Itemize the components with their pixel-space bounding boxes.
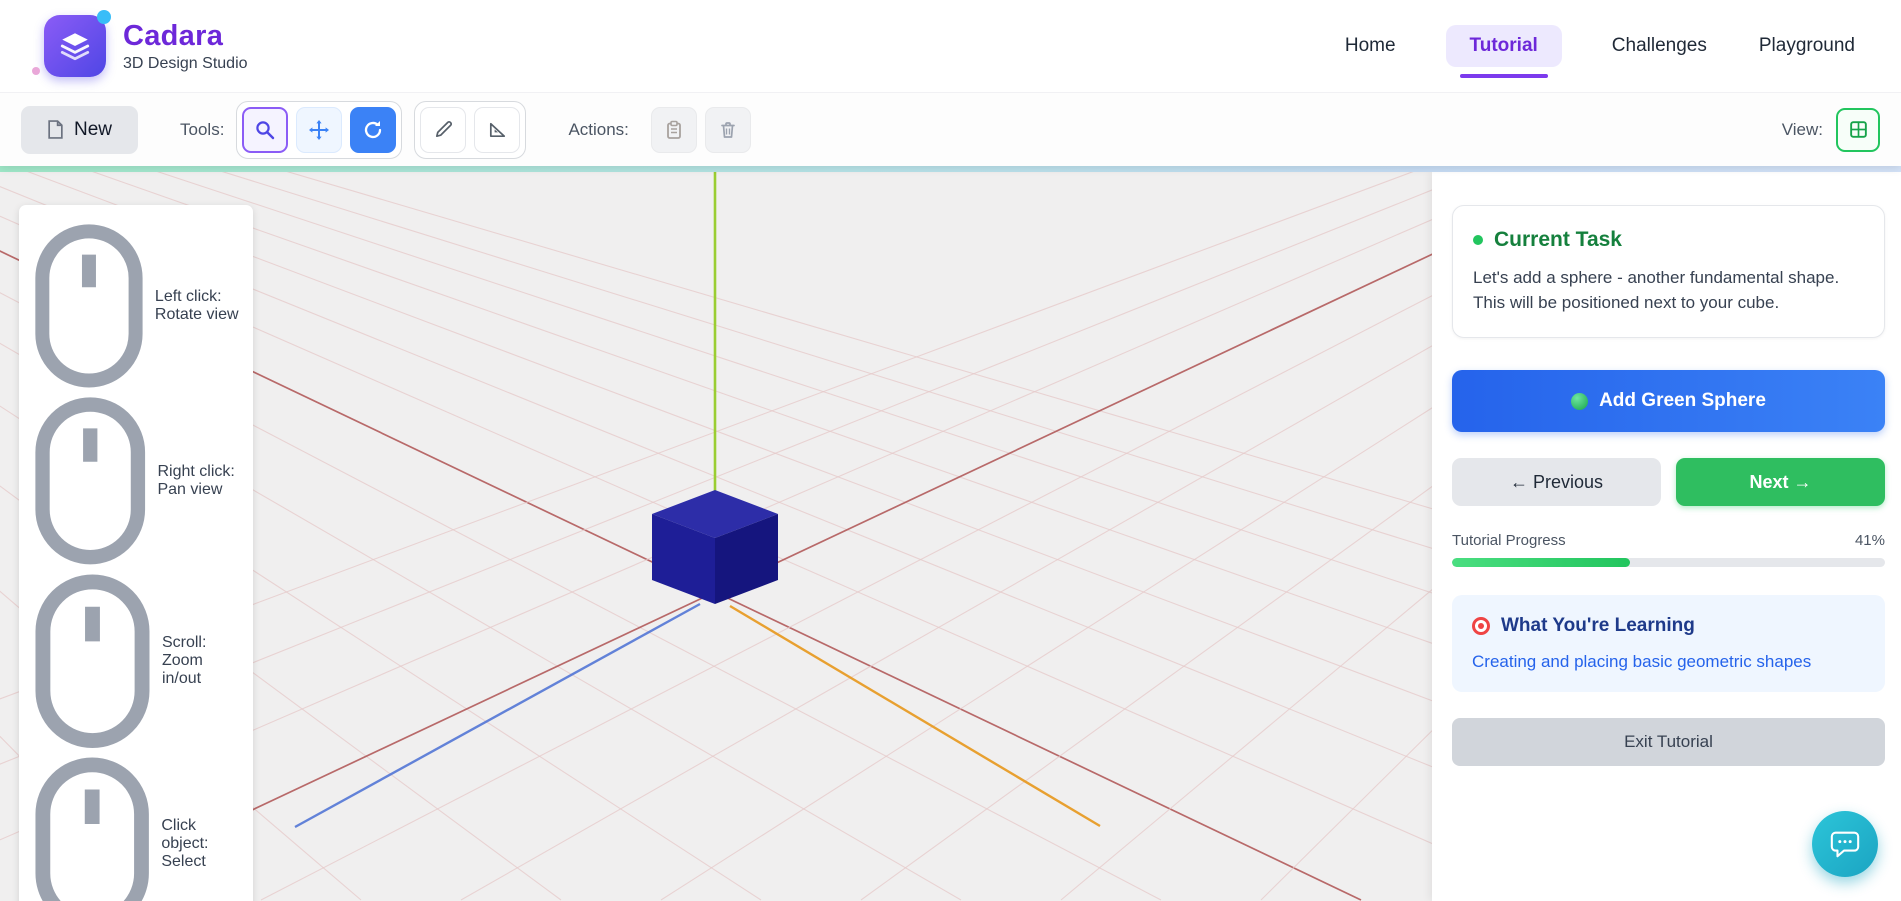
tutorial-panel: Current Task Let's add a sphere - anothe… bbox=[1432, 172, 1901, 901]
draw-tool-group bbox=[414, 100, 527, 159]
view-label: View: bbox=[1781, 119, 1823, 139]
help-line: Right click: Pan view bbox=[33, 395, 239, 567]
new-file-icon bbox=[48, 120, 63, 139]
move-icon bbox=[309, 119, 330, 140]
help-line: Left click: Rotate view bbox=[33, 222, 239, 390]
chat-button[interactable] bbox=[1812, 811, 1878, 877]
learning-body: Creating and placing basic geometric sha… bbox=[1472, 652, 1812, 672]
clipboard-icon bbox=[667, 120, 681, 139]
current-task-header: Current Task bbox=[1473, 228, 1864, 252]
mouse-icon bbox=[35, 397, 146, 565]
tools-label: Tools: bbox=[180, 119, 225, 139]
green-sphere-icon bbox=[1571, 392, 1589, 410]
brand: Cadara 3D Design Studio bbox=[32, 10, 248, 77]
progress-value: 41% bbox=[1854, 532, 1885, 550]
grid-view-button[interactable] bbox=[1836, 107, 1880, 152]
mouse-icon bbox=[35, 574, 150, 748]
nav-home[interactable]: Home bbox=[1343, 25, 1398, 67]
nav-challenges[interactable]: Challenges bbox=[1610, 25, 1709, 67]
exit-tutorial-button[interactable]: Exit Tutorial bbox=[1452, 718, 1885, 767]
measure-tool-button[interactable] bbox=[474, 106, 521, 153]
previous-button[interactable]: ← Previous bbox=[1452, 458, 1661, 507]
nav-tutorial[interactable]: Tutorial bbox=[1445, 25, 1562, 78]
move-tool-button[interactable] bbox=[296, 106, 343, 153]
progress-header: Tutorial Progress 41% bbox=[1452, 532, 1885, 549]
grid-icon bbox=[1849, 121, 1867, 138]
select-tool-button[interactable] bbox=[242, 106, 289, 153]
current-task-card: Current Task Let's add a sphere - anothe… bbox=[1452, 205, 1885, 339]
actions-group bbox=[643, 106, 751, 153]
new-button-label: New bbox=[74, 118, 113, 140]
current-task-title: Current Task bbox=[1494, 228, 1622, 251]
mouse-icon bbox=[35, 757, 149, 901]
pencil-icon bbox=[435, 120, 452, 138]
learning-header: What You're Learning bbox=[1472, 615, 1865, 637]
actions-label: Actions: bbox=[568, 119, 629, 139]
ruler-triangle-icon bbox=[489, 122, 505, 138]
target-icon bbox=[1472, 617, 1490, 636]
progress-bar bbox=[1452, 558, 1885, 568]
progress-fill bbox=[1452, 558, 1630, 568]
learning-title: What You're Learning bbox=[1501, 615, 1695, 637]
logo-blue-dot bbox=[97, 10, 111, 24]
delete-button[interactable] bbox=[704, 106, 751, 153]
viewport-3d[interactable]: Left click: Rotate view Right click: Pan… bbox=[0, 172, 1432, 901]
blue-cube[interactable] bbox=[652, 490, 778, 604]
copy-button[interactable] bbox=[650, 106, 697, 153]
task-status-dot bbox=[1473, 235, 1483, 245]
controls-help-overlay: Left click: Rotate view Right click: Pan… bbox=[19, 205, 253, 901]
trash-icon bbox=[721, 121, 735, 138]
main-nav: Home Tutorial Challenges Playground bbox=[1343, 25, 1857, 78]
toolbar: New Tools: Actions: View: bbox=[0, 92, 1901, 166]
next-button[interactable]: Next → bbox=[1676, 458, 1885, 507]
help-text: Scroll: Zoom in/out bbox=[161, 633, 207, 687]
nav-playground[interactable]: Playground bbox=[1757, 25, 1857, 67]
help-text: Right click: Pan view bbox=[157, 462, 235, 498]
accent-gradient-strip bbox=[0, 166, 1901, 172]
help-line: Click object: Select bbox=[33, 755, 239, 901]
app-header: Cadara 3D Design Studio Home Tutorial Ch… bbox=[0, 0, 1901, 92]
draw-tool-button[interactable] bbox=[420, 106, 467, 153]
view-controls: View: bbox=[1781, 107, 1880, 152]
magnifier-icon bbox=[256, 120, 275, 139]
z-axis bbox=[729, 604, 1101, 828]
brand-text: Cadara 3D Design Studio bbox=[123, 20, 248, 73]
tutorial-nav-buttons: ← Previous Next → bbox=[1452, 458, 1885, 507]
logo-pink-dot bbox=[32, 67, 40, 75]
current-task-body: Let's add a sphere - another fundamental… bbox=[1473, 268, 1840, 312]
help-text: Left click: Rotate view bbox=[154, 287, 239, 323]
add-green-sphere-label: Add Green Sphere bbox=[1599, 390, 1766, 412]
app-logo[interactable] bbox=[32, 10, 111, 77]
help-text: Click object: Select bbox=[161, 816, 209, 870]
rotate-tool-button[interactable] bbox=[350, 106, 397, 153]
mouse-icon bbox=[35, 224, 143, 388]
transform-tool-group bbox=[236, 100, 403, 159]
app-subtitle: 3D Design Studio bbox=[123, 54, 248, 72]
rotate-icon bbox=[365, 120, 382, 138]
help-line: Scroll: Zoom in/out bbox=[33, 572, 239, 750]
new-button[interactable]: New bbox=[21, 105, 139, 154]
app-title: Cadara bbox=[123, 19, 224, 52]
add-green-sphere-button[interactable]: Add Green Sphere bbox=[1452, 370, 1885, 433]
learning-card: What You're Learning Creating and placin… bbox=[1452, 595, 1885, 693]
progress-label: Tutorial Progress bbox=[1452, 532, 1566, 550]
chat-bubble-icon bbox=[1830, 831, 1860, 858]
layers-icon bbox=[60, 33, 90, 61]
